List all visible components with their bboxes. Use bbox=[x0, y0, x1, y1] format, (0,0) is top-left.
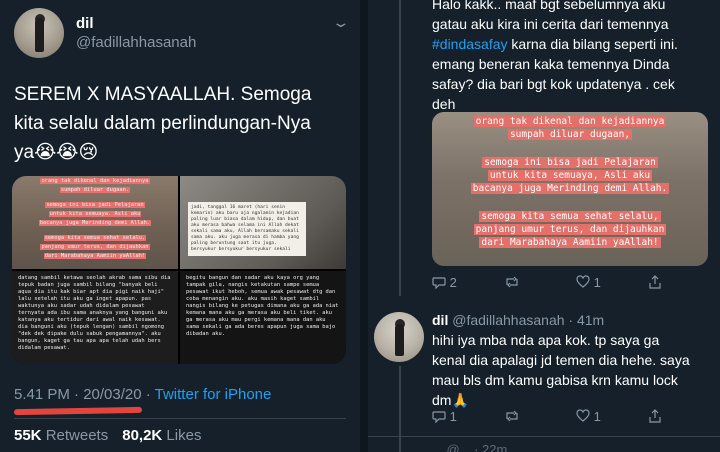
photo-caption-line: sumpah diluar dugaan. bbox=[59, 187, 131, 193]
reply-text: hihi iya mba nda apa kok. tp saya ga ken… bbox=[432, 330, 712, 410]
like-button[interactable]: 1 bbox=[576, 275, 601, 290]
retweet-icon bbox=[506, 276, 518, 288]
retweets-stat[interactable]: 55K Retweets bbox=[14, 427, 108, 444]
retweet-button[interactable] bbox=[504, 409, 520, 424]
reply-media-image[interactable]: orang tak dikenal dan kejadiannya sumpah… bbox=[432, 112, 708, 266]
hashtag-link[interactable]: #dindasafay bbox=[432, 36, 508, 52]
reply-text-line: safay? dia bari bgt kok updatenya . cek bbox=[432, 76, 675, 92]
red-underline-annotation bbox=[13, 406, 143, 416]
reply-actions: 1 1 bbox=[432, 409, 712, 427]
retweet-icon bbox=[506, 410, 518, 422]
media-photo-2[interactable]: jadi, tanggal 16 maret (hari senin kemar… bbox=[180, 176, 346, 269]
like-count: 1 bbox=[593, 275, 601, 290]
photo-caption-line: semoga ini bisa jadi Pelajaran bbox=[45, 202, 145, 208]
reply-text-line: dm🙏 bbox=[432, 392, 469, 408]
likes-stat[interactable]: 80,2K Likes bbox=[122, 427, 201, 444]
share-icon bbox=[649, 275, 661, 289]
media-photo-1[interactable]: orang tak dikenal dan kejadiannya sumpah… bbox=[12, 176, 178, 269]
main-tweet: dil @fadillahhasanah ⌄ SEREM X MASYAALLA… bbox=[0, 0, 360, 452]
photo-caption-line: dari Marabahaya Aamiin yaAllah! bbox=[43, 253, 147, 259]
timestamp-text[interactable]: 5.41 PM · 20/03/20 · bbox=[14, 386, 155, 403]
share-button[interactable] bbox=[648, 275, 662, 290]
photo-caption-line: bacanya juga Merinding demi Allah. bbox=[38, 220, 152, 226]
chevron-down-icon[interactable]: ⌄ bbox=[331, 14, 350, 31]
thread-connector bbox=[399, 0, 401, 296]
handle-and-time[interactable]: @fadillahhasanah · 41m bbox=[448, 312, 604, 328]
retweet-button[interactable] bbox=[504, 275, 520, 290]
share-icon bbox=[649, 409, 661, 423]
like-button[interactable]: 1 bbox=[576, 409, 601, 424]
photo-caption-line: panjang umur terus, dan dijauhkan bbox=[40, 244, 150, 250]
heart-icon bbox=[576, 275, 590, 288]
image-caption-block: semoga ini bisa jadi Pelajaran untuk kit… bbox=[470, 157, 670, 194]
photo-caption-line: semoga kita semua sehat selalu, bbox=[43, 235, 147, 241]
tweet-text-line: SEREM X MASYAALLAH. Semoga bbox=[14, 84, 312, 105]
source-link[interactable]: Twitter for iPhone bbox=[155, 386, 272, 403]
display-name[interactable]: dil bbox=[432, 312, 448, 328]
tweet-text-line: kita selalu dalam perlindungan-Nya bbox=[14, 113, 311, 134]
image-caption-block: orang tak dikenal dan kejadiannya sumpah… bbox=[473, 116, 667, 140]
comment-icon bbox=[432, 411, 446, 423]
comment-count: 2 bbox=[449, 275, 457, 290]
photo-caption-line: orang tak dikenal dan kejadiannya bbox=[40, 178, 150, 184]
divider bbox=[14, 418, 346, 419]
reply-text-line: hihi iya mba nda apa kok. tp saya ga bbox=[432, 332, 660, 348]
reply-text-line: #dindasafay karna dia bilang seperti ini… bbox=[432, 36, 678, 52]
reply-thread: Halo kakk.. maaf bgt sebelumnya aku gata… bbox=[368, 0, 720, 452]
comment-icon bbox=[432, 277, 446, 289]
panel-separator bbox=[360, 0, 368, 452]
tweet-timestamp: 5.41 PM · 20/03/20 · Twitter for iPhone bbox=[14, 386, 271, 403]
comment-count: 1 bbox=[449, 409, 457, 424]
photo-note-text: jadi, tanggal 16 maret (hari senin kemar… bbox=[188, 202, 306, 256]
reply-button[interactable]: 2 bbox=[432, 275, 457, 290]
avatar[interactable] bbox=[14, 8, 64, 58]
reply-button[interactable]: 1 bbox=[432, 409, 457, 424]
avatar-figure bbox=[35, 18, 44, 52]
photo-caption-line: untuk kita semuaya. Asli aku bbox=[48, 211, 142, 217]
next-reply-peek: ... @... · 22m bbox=[432, 442, 508, 452]
heart-icon bbox=[576, 409, 590, 422]
thread-connector bbox=[399, 366, 401, 452]
divider bbox=[368, 436, 720, 437]
tweet-text-line: ya😭😭😢 bbox=[14, 142, 99, 163]
photo-note-text: datang sambil ketawa seolah akrab sama s… bbox=[18, 275, 171, 351]
reply-text-line: Halo kakk.. maaf bgt sebelumnya aku bbox=[432, 0, 666, 12]
tweet-text: SEREM X MASYAALLAH. Semoga kita selalu d… bbox=[14, 80, 344, 167]
reply-header: dil @fadillahhasanah · 41m bbox=[432, 312, 604, 328]
engagement-stats: 55K Retweets 80,2K Likes bbox=[14, 427, 201, 444]
avatar[interactable] bbox=[374, 312, 424, 362]
user-handle[interactable]: @fadillahhasanah bbox=[76, 34, 196, 51]
media-photo-4[interactable]: begitu bangun dan sadar aku kaya org yan… bbox=[180, 271, 346, 364]
image-caption-block: semoga kita semua sehat selalu, panjang … bbox=[473, 211, 667, 248]
reply-text-line: deh bbox=[432, 96, 456, 112]
reply-text-line: emang beneran kaka temennya Dinda bbox=[432, 56, 670, 72]
reply-actions: 2 1 bbox=[432, 275, 712, 293]
reply-text: Halo kakk.. maaf bgt sebelumnya aku gata… bbox=[432, 0, 712, 114]
reply-text-line: kenal dia apalagi jd temen dia hehe. say… bbox=[432, 352, 690, 368]
reply-text-line: mau bls dm kamu gabisa krn kamu lock bbox=[432, 372, 678, 388]
share-button[interactable] bbox=[648, 409, 662, 424]
media-photo-3[interactable]: datang sambil ketawa seolah akrab sama s… bbox=[12, 271, 178, 364]
reply-text-line: gatau aku kira ini cerita dari temennya bbox=[432, 16, 669, 32]
photo-note-text: begitu bangun dan sadar aku kaya org yan… bbox=[186, 275, 339, 337]
media-grid: orang tak dikenal dan kejadiannya sumpah… bbox=[12, 176, 346, 364]
avatar-figure bbox=[395, 324, 404, 356]
like-count: 1 bbox=[593, 409, 601, 424]
display-name[interactable]: dil bbox=[76, 15, 94, 32]
